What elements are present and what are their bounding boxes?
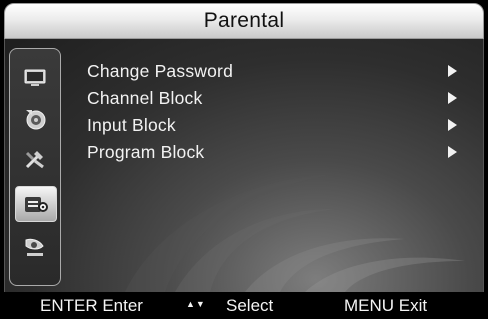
select-hint: Select [226, 296, 274, 315]
channel-icon[interactable] [19, 232, 51, 262]
enter-hint: ENTER Enter [40, 296, 143, 315]
sound-icon[interactable] [19, 104, 51, 134]
arrow-right-icon [448, 146, 457, 158]
up-down-arrows-icon: ▲▼ [186, 299, 206, 309]
osd-window: Parental Change Password Channel Block I… [0, 0, 488, 319]
menu-item-channel-block[interactable]: Channel Block [87, 85, 457, 112]
menu-item-label: Program Block [87, 142, 205, 162]
parental-lock-icon[interactable] [15, 186, 57, 222]
menu-item-program-block[interactable]: Program Block [87, 139, 457, 166]
setup-icon[interactable] [19, 144, 51, 174]
menu-exit-hint: MENU Exit [344, 296, 428, 315]
menu-item-input-block[interactable]: Input Block [87, 112, 457, 139]
page-title: Parental [203, 9, 285, 32]
arrow-right-icon [448, 92, 457, 104]
menu-item-change-password[interactable]: Change Password [87, 58, 457, 85]
title-bar: Parental [4, 3, 484, 39]
menu-item-label: Change Password [87, 61, 233, 81]
menu-item-label: Channel Block [87, 88, 203, 108]
parental-menu: Change Password Channel Block Input Bloc… [87, 58, 457, 166]
picture-icon[interactable] [19, 63, 51, 93]
arrow-right-icon [448, 119, 457, 131]
help-bar: ENTER Enter ▲▼ Select MENU Exit [0, 292, 488, 319]
menu-item-label: Input Block [87, 115, 176, 135]
category-sidebar [9, 48, 61, 286]
arrow-right-icon [448, 65, 457, 77]
